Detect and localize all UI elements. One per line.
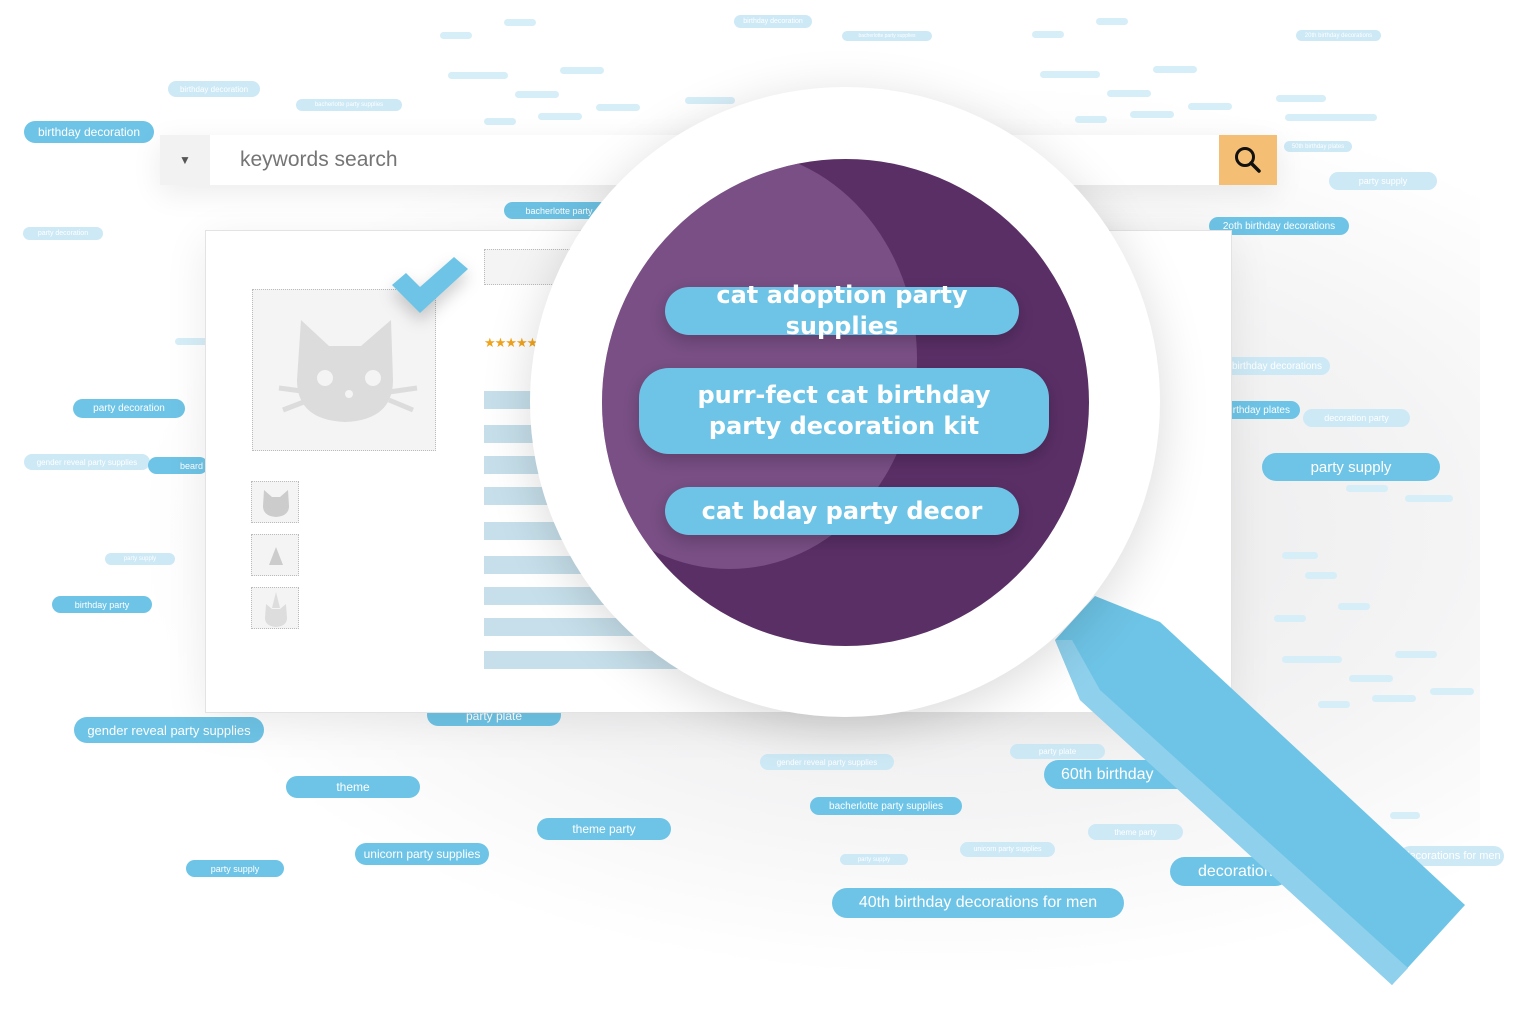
highlighted-keyword[interactable]: cat bday party decor	[665, 487, 1019, 535]
highlighted-keyword[interactable]: cat adoption party supplies	[665, 281, 1019, 340]
handle-body	[1055, 596, 1465, 985]
highlighted-keyword[interactable]: purr-fect cat birthday party decoration …	[639, 368, 1049, 454]
